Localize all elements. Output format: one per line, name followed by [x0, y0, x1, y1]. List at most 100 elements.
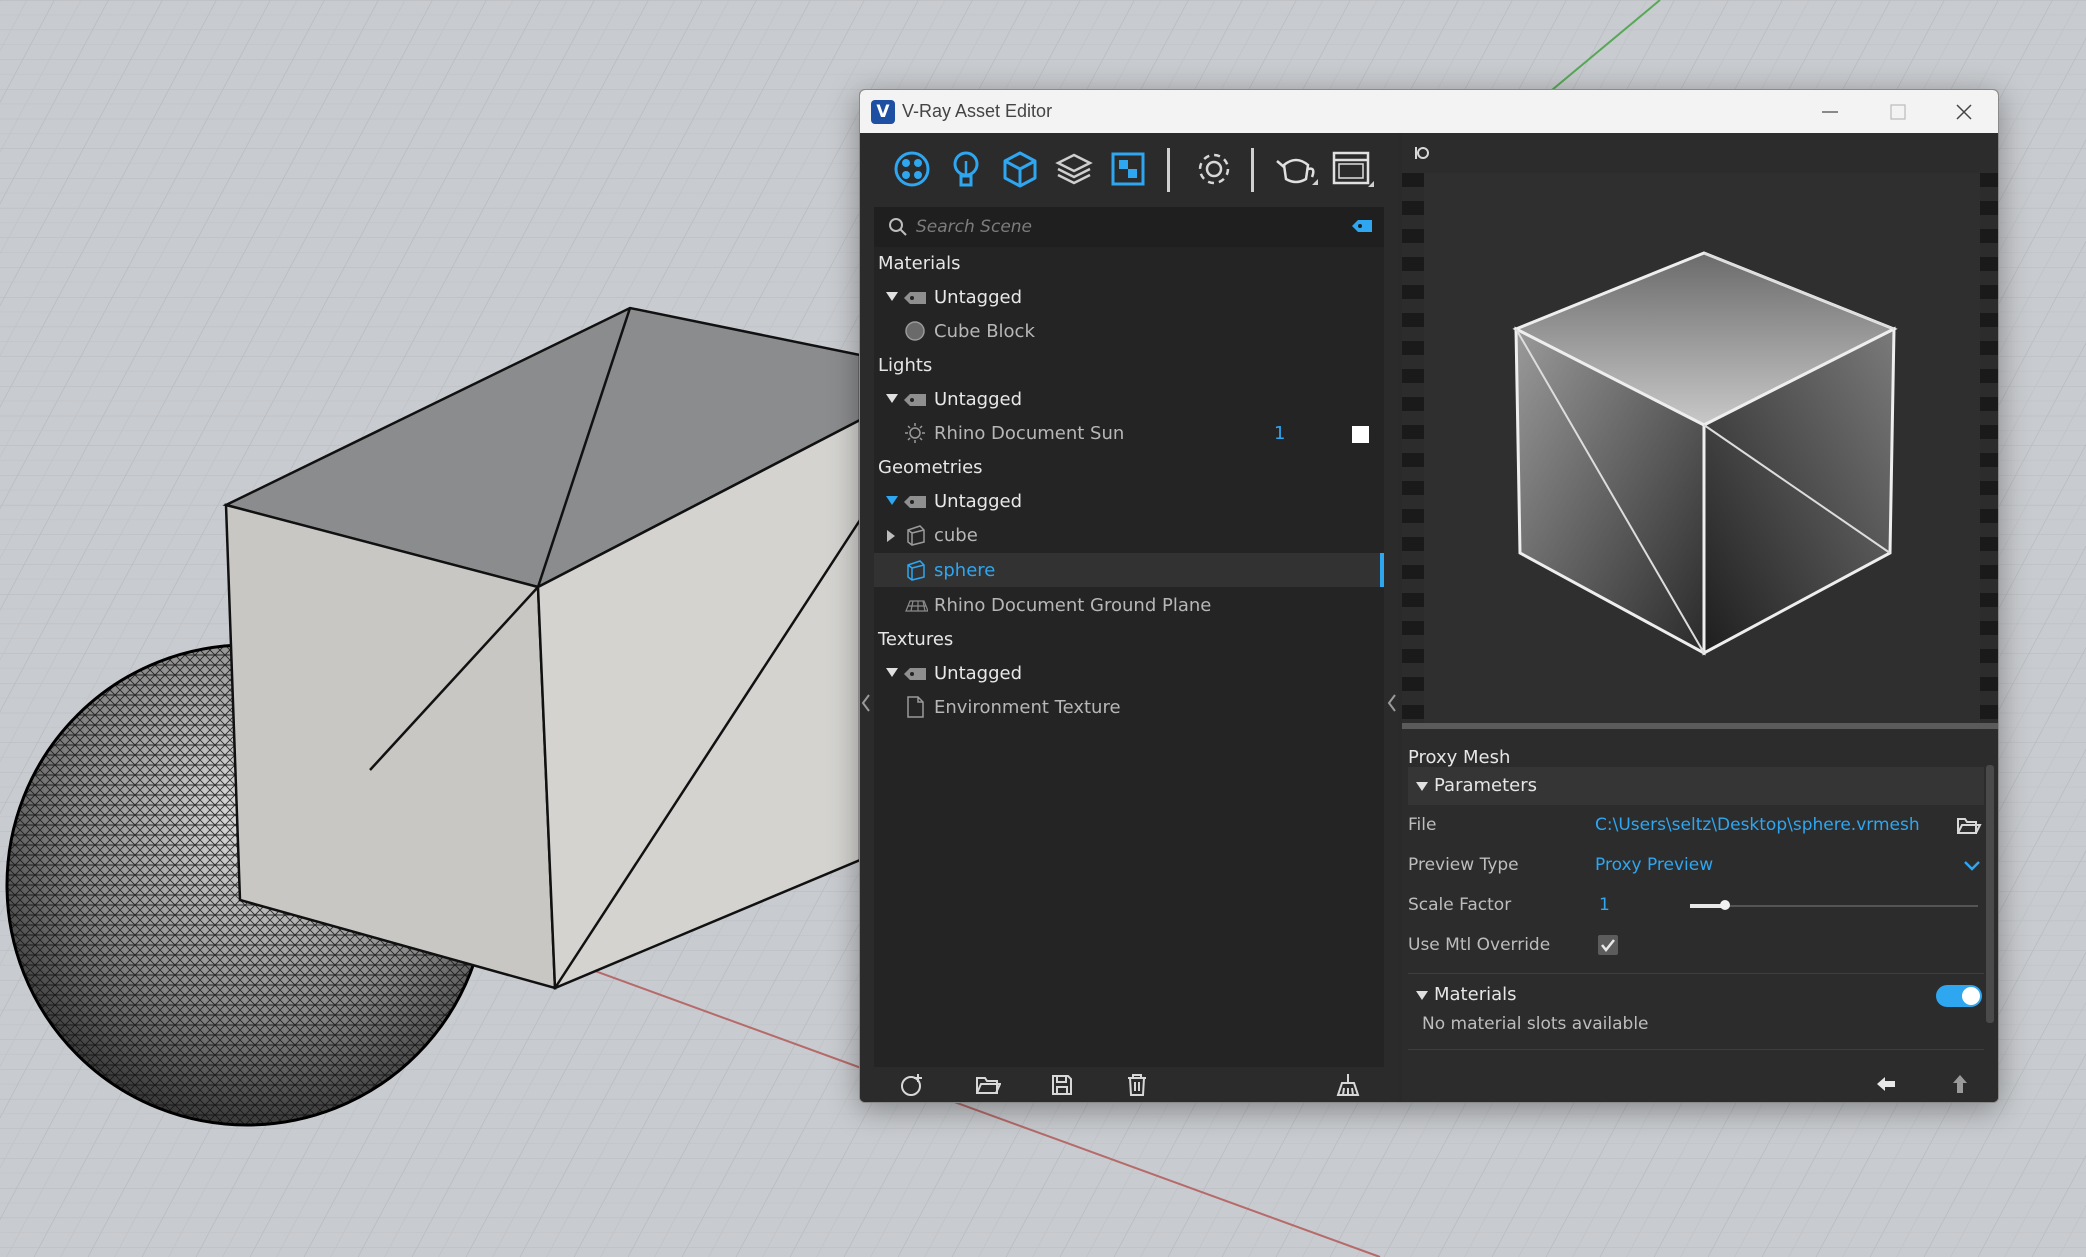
window-title: V-Ray Asset Editor	[902, 101, 1053, 121]
collapse-right-icon[interactable]	[1387, 693, 1397, 713]
mtl-override-row: Use Mtl Override	[1408, 927, 1984, 965]
file-path-field[interactable]: C:\Users\seltz\Desktop\sphere.vrmesh	[1595, 815, 1920, 835]
preview-edge	[1980, 173, 1998, 723]
minimize-icon	[1822, 111, 1838, 113]
group-label: Untagged	[934, 287, 1023, 308]
group-label: Untagged	[934, 389, 1023, 410]
scale-factor-input[interactable]: 1	[1599, 895, 1610, 915]
material-item-cube-block[interactable]: Cube Block	[874, 315, 1384, 349]
title-bar[interactable]: V V-Ray Asset Editor	[860, 90, 1998, 133]
expand-arrow-icon	[1416, 991, 1428, 1000]
tag-icon	[904, 394, 926, 406]
scale-slider-track[interactable]	[1690, 900, 1978, 910]
add-asset-icon[interactable]	[900, 1073, 924, 1097]
geometry-cube-icon	[907, 560, 925, 581]
geometry-icon	[1003, 151, 1037, 188]
back-arrow-icon[interactable]	[1875, 1074, 1897, 1094]
settings-tab[interactable]	[1192, 147, 1236, 191]
texture-item-environment[interactable]: Environment Texture	[874, 691, 1384, 725]
checkmark-icon	[1601, 939, 1615, 953]
preview-header	[1402, 133, 1998, 173]
material-sphere-icon	[905, 321, 925, 341]
properties-scrollbar[interactable]	[1986, 765, 1994, 1023]
save-icon[interactable]	[1050, 1073, 1074, 1097]
preview-type-dropdown[interactable]: Proxy Preview	[1595, 855, 1713, 875]
render-button[interactable]	[1274, 147, 1318, 191]
group-untagged[interactable]: Untagged	[874, 383, 1384, 417]
open-folder-icon[interactable]	[1956, 815, 1982, 837]
parameters-section-header[interactable]: Parameters	[1408, 767, 1984, 805]
maximize-icon	[1890, 104, 1906, 120]
collapsed-arrow-icon[interactable]	[887, 530, 895, 542]
mtl-override-checkbox[interactable]	[1598, 935, 1618, 955]
delete-icon[interactable]	[1125, 1073, 1149, 1097]
selection-indicator	[1380, 553, 1384, 587]
vray-asset-editor-window: V V-Ray Asset Editor Search Scene Materi…	[859, 89, 1999, 1103]
property-label: Scale Factor	[1408, 895, 1512, 915]
section-label: Materials	[1434, 984, 1517, 1005]
minimize-button[interactable]	[1796, 90, 1864, 133]
ground-plane-icon	[905, 600, 928, 612]
category-label: Lights	[878, 355, 933, 376]
asset-type-title: Proxy Mesh	[1408, 747, 1511, 768]
expand-arrow-icon[interactable]	[886, 394, 898, 404]
purge-broom-icon[interactable]	[1335, 1073, 1361, 1097]
group-untagged[interactable]: Untagged	[874, 281, 1384, 315]
outliner-bottom-toolbar	[860, 1067, 1398, 1102]
collapse-left-icon[interactable]	[861, 693, 871, 713]
textures-tab[interactable]	[1106, 147, 1150, 191]
property-label: Preview Type	[1408, 855, 1519, 875]
expand-arrow-icon[interactable]	[886, 496, 898, 506]
lights-tab[interactable]	[944, 147, 988, 191]
chevron-down-icon[interactable]	[1964, 861, 1980, 871]
category-label: Textures	[878, 629, 954, 650]
texture-file-icon	[907, 696, 924, 718]
category-geometries[interactable]: Geometries	[874, 451, 1384, 485]
material-preview	[1424, 173, 1980, 723]
group-untagged[interactable]: Untagged	[874, 485, 1384, 519]
preview-options-icon[interactable]	[1412, 143, 1432, 163]
geometry-item-cube[interactable]: cube	[874, 519, 1384, 553]
light-item-rhino-document-sun[interactable]: Rhino Document Sun 1	[874, 417, 1384, 451]
item-label: Environment Texture	[934, 697, 1121, 718]
up-arrow-icon[interactable]	[1950, 1073, 1970, 1095]
frame-buffer-button[interactable]	[1330, 147, 1374, 191]
search-icon	[889, 218, 907, 236]
scale-factor-row: Scale Factor 1	[1408, 887, 1984, 925]
maximize-button[interactable]	[1864, 90, 1932, 133]
vray-logo-icon: V	[871, 100, 895, 124]
geometry-tab[interactable]	[998, 147, 1042, 191]
light-enable-checkbox[interactable]	[1352, 426, 1369, 443]
materials-tab[interactable]	[890, 147, 934, 191]
item-label: Rhino Document Sun	[934, 423, 1125, 444]
expand-arrow-icon[interactable]	[886, 292, 898, 302]
property-label: Use Mtl Override	[1408, 935, 1551, 955]
expand-arrow-icon[interactable]	[886, 668, 898, 678]
divider	[1408, 1049, 1984, 1050]
close-icon	[1956, 104, 1972, 120]
close-button[interactable]	[1930, 90, 1998, 133]
render-elements-tab[interactable]	[1052, 147, 1096, 191]
group-untagged[interactable]: Untagged	[874, 657, 1384, 691]
item-label: sphere	[934, 560, 996, 581]
geometry-item-ground-plane[interactable]: Rhino Document Ground Plane	[874, 589, 1384, 623]
materials-toggle[interactable]	[1936, 985, 1982, 1007]
lights-icon	[953, 151, 979, 187]
category-lights[interactable]: Lights	[874, 349, 1384, 383]
preview-edge	[1402, 173, 1424, 723]
item-label: Cube Block	[934, 321, 1035, 342]
search-bar[interactable]: Search Scene	[874, 207, 1384, 247]
frame-buffer-icon	[1332, 151, 1374, 187]
item-label: cube	[934, 525, 978, 546]
proxy-mesh-properties: Proxy Mesh Parameters File C:\Users\selt…	[1402, 729, 1998, 1067]
scale-slider-handle[interactable]	[1720, 900, 1730, 910]
tag-filter-icon[interactable]	[1352, 219, 1372, 233]
open-folder-icon[interactable]	[975, 1073, 1001, 1097]
geometry-item-sphere[interactable]: sphere	[874, 553, 1384, 587]
tag-icon	[904, 292, 926, 304]
file-row: File C:\Users\seltz\Desktop\sphere.vrmes…	[1408, 807, 1984, 845]
search-input[interactable]: Search Scene	[916, 217, 1032, 237]
category-textures[interactable]: Textures	[874, 623, 1384, 657]
category-materials[interactable]: Materials	[874, 247, 1384, 281]
category-toolbar	[860, 133, 1398, 207]
